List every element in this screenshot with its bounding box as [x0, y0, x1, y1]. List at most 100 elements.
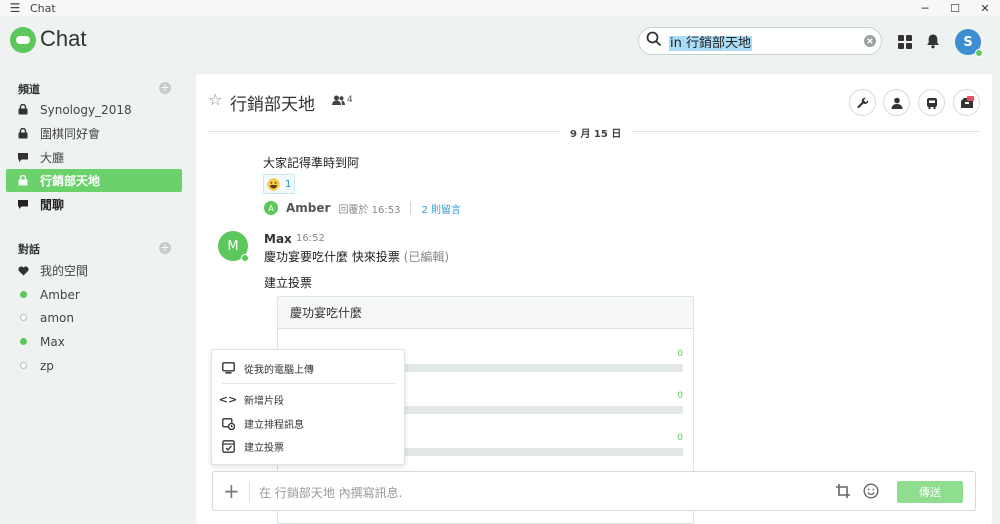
sidebar-item-marketing[interactable]: 行銷部天地 [6, 169, 182, 192]
window-title: Chat [30, 1, 56, 15]
sidebar-item-go-club[interactable]: 圍棋同好會 [6, 122, 182, 145]
avatar-letter: M [227, 238, 239, 254]
reply-meta: 回覆於 16:53 [338, 204, 401, 216]
upload-from-computer-item[interactable]: 從我的電腦上傳 [212, 358, 406, 378]
search-box[interactable]: in 行銷部天地 [638, 27, 882, 55]
code-braces-icon: <> [218, 392, 238, 406]
online-status-dot [19, 338, 27, 345]
crop-icon[interactable] [835, 483, 853, 501]
poll-vote-count: 0 [677, 433, 683, 443]
user-avatar[interactable]: S [955, 29, 983, 57]
avatar[interactable]: M [218, 231, 249, 262]
minimize-icon[interactable]: ─ [910, 2, 940, 15]
sidebar-item-label: zp [40, 358, 54, 373]
message-body: 慶功宴要吃什麼 快來投票 [264, 250, 400, 264]
sidebar-item-max[interactable]: Max [6, 330, 182, 353]
lock-icon [6, 175, 40, 186]
star-icon[interactable]: ☆ [208, 90, 222, 109]
member-count[interactable]: 4 [332, 95, 353, 105]
online-status-dot [19, 291, 27, 298]
add-channel-button[interactable]: + [159, 82, 171, 94]
sidebar-item-label: 大廳 [40, 151, 65, 165]
search-icon [639, 31, 669, 51]
new-snippet-item[interactable]: <> 新增片段 [212, 389, 406, 409]
sidebar-item-label: Synology_2018 [40, 102, 132, 117]
create-poll-item[interactable]: 建立投票 [212, 436, 406, 456]
notification-bell-icon[interactable] [925, 33, 943, 51]
channels-section-title: 頻道 [18, 83, 40, 96]
poll-vote-count: 0 [677, 391, 683, 401]
poll-vote-count: 0 [677, 349, 683, 359]
date-divider: 9 月 15 日 [560, 125, 632, 140]
offline-status-dot [19, 314, 27, 321]
message-time: 16:52 [296, 233, 325, 244]
menu-item-label: 建立投票 [244, 442, 284, 454]
message-input[interactable]: 在 行銷部天地 內撰寫訊息. [259, 484, 402, 501]
sidebar-item-label: 圍棋同好會 [40, 127, 101, 141]
sidebar-item-zp[interactable]: zp [6, 354, 182, 377]
conversations-section-title: 對話 [18, 243, 40, 256]
close-window-icon[interactable]: ✕ [970, 2, 1000, 15]
message-author[interactable]: Max [264, 232, 292, 246]
poll-title: 慶功宴吃什麼 [278, 297, 693, 329]
online-status-dot [241, 254, 249, 262]
message-composer: + 在 行銷部天地 內撰寫訊息. 傳送 [212, 471, 976, 511]
chat-bubble-icon [6, 152, 40, 163]
send-button[interactable]: 傳送 [897, 481, 963, 503]
schedule-icon [212, 417, 244, 430]
member-profile-icon[interactable] [883, 89, 910, 116]
app-header: Chat in 行銷部天地 S [0, 16, 1000, 66]
message-text: 慶功宴要吃什麼 快來投票 (已編輯) [264, 248, 449, 265]
heart-icon [6, 265, 40, 276]
sidebar-item-label: 行銷部天地 [40, 174, 101, 188]
sidebar-item-amber[interactable]: Amber [6, 283, 182, 306]
app-name: Chat [40, 26, 87, 51]
thread-reply-summary[interactable]: A Amber 回覆於 16:53 2 則留言 [264, 199, 461, 217]
attach-context-menu: 從我的電腦上傳 <> 新增片段 建立排程訊息 建立投票 [211, 349, 405, 465]
reply-count-link[interactable]: 2 則留言 [421, 201, 461, 216]
user-avatar-letter: S [963, 34, 973, 50]
emoji-icon[interactable] [863, 483, 881, 501]
reply-separator [410, 202, 412, 214]
poll-icon [212, 439, 244, 453]
grin-emoji-icon [266, 177, 280, 191]
lock-icon [6, 128, 40, 139]
sidebar-item-label: Amber [40, 287, 80, 302]
maximize-icon[interactable]: ☐ [940, 2, 970, 15]
search-prefix: in [670, 35, 682, 51]
edited-label: (已編輯) [403, 250, 450, 264]
search-value: 行銷部天地 [686, 35, 752, 51]
apps-grid-icon[interactable] [896, 33, 914, 51]
inbox-icon[interactable] [953, 89, 980, 116]
add-conversation-button[interactable]: + [159, 242, 171, 254]
avatar: A [264, 201, 278, 215]
search-input[interactable]: in 行銷部天地 [669, 32, 859, 51]
message-text: 大家記得準時到阿 [263, 156, 360, 170]
offline-status-dot [19, 362, 27, 369]
sidebar-item-amon[interactable]: amon [6, 306, 182, 329]
member-count-value: 4 [347, 95, 353, 105]
emoji-reaction[interactable]: 1 [263, 174, 295, 194]
menu-item-label: 新增片段 [244, 395, 284, 407]
composer-separator [249, 482, 250, 502]
sidebar-item-chitchat[interactable]: 閒聊 [6, 193, 182, 216]
chat-bubble-icon [6, 199, 40, 210]
plus-icon[interactable]: + [223, 481, 240, 501]
sidebar: 頻道 + Synology_2018 圍棋同好會 大廳 行銷部天地 閒聊 對話 … [0, 66, 195, 524]
schedule-message-item[interactable]: 建立排程訊息 [212, 413, 406, 433]
reply-author: Amber [286, 201, 331, 215]
monitor-icon [212, 362, 244, 374]
bot-icon[interactable] [918, 89, 945, 116]
window-titlebar: ☰ Chat ─ ☐ ✕ [0, 0, 1000, 16]
menu-separator [222, 383, 396, 384]
sidebar-item-my-space[interactable]: 我的空間 [6, 259, 182, 282]
sidebar-item-label: 閒聊 [40, 198, 65, 212]
menu-item-label: 從我的電腦上傳 [244, 364, 314, 376]
wrench-icon[interactable] [849, 89, 876, 116]
sidebar-item-lobby[interactable]: 大廳 [6, 146, 182, 169]
channel-header: ☆ 行銷部天地 4 [196, 74, 992, 130]
clear-search-icon[interactable] [859, 30, 881, 52]
sidebar-item-synology-2018[interactable]: Synology_2018 [6, 98, 182, 121]
members-icon [332, 95, 345, 105]
hamburger-menu-icon[interactable]: ☰ [0, 1, 30, 15]
